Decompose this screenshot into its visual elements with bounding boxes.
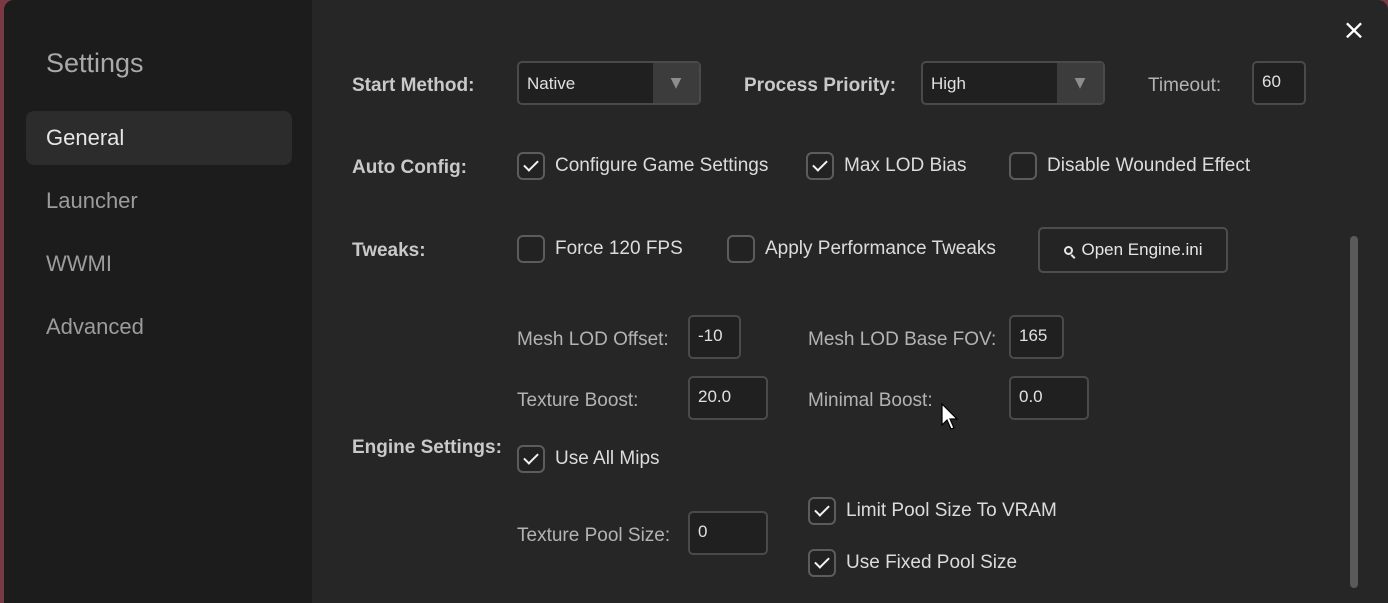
timeout-label: Timeout:: [1148, 75, 1222, 96]
close-icon[interactable]: ×: [1340, 16, 1368, 44]
max-lod-bias-label: Max LOD Bias: [844, 155, 967, 176]
disable-wounded-effect-label: Disable Wounded Effect: [1047, 155, 1251, 176]
mesh-lod-base-fov-label: Mesh LOD Base FOV:: [808, 329, 997, 350]
checkbox-empty-icon: [517, 235, 545, 263]
texture-boost-input[interactable]: 20.0: [688, 376, 768, 420]
checkbox-empty-icon: [1009, 152, 1037, 180]
configure-game-settings-checkbox[interactable]: Configure Game Settings: [517, 152, 768, 180]
limit-pool-size-to-vram-label: Limit Pool Size To VRAM: [846, 500, 1057, 521]
texture-boost-label: Texture Boost:: [517, 390, 639, 411]
mesh-lod-base-fov-input[interactable]: 165: [1009, 315, 1064, 359]
timeout-input[interactable]: 60: [1252, 61, 1306, 105]
start-method-label: Start Method:: [352, 75, 475, 96]
limit-pool-size-to-vram-checkbox[interactable]: Limit Pool Size To VRAM: [808, 497, 1057, 525]
vertical-scrollbar[interactable]: [1350, 236, 1358, 588]
sidebar: Settings General Launcher WWMI Advanced: [4, 0, 312, 603]
process-priority-value: High: [931, 74, 966, 93]
sidebar-title: Settings: [46, 48, 144, 78]
force-120-fps-checkbox[interactable]: Force 120 FPS: [517, 235, 683, 263]
checkmark-icon: [808, 549, 836, 577]
minimal-boost-label: Minimal Boost:: [808, 390, 933, 411]
apply-performance-tweaks-checkbox[interactable]: Apply Performance Tweaks: [727, 235, 996, 263]
sidebar-item-wwmi[interactable]: WWMI: [26, 237, 292, 291]
sidebar-item-general[interactable]: General: [26, 111, 292, 165]
sidebar-item-launcher[interactable]: Launcher: [26, 174, 292, 228]
checkmark-icon: [517, 445, 545, 473]
force-120-fps-label: Force 120 FPS: [555, 238, 683, 259]
checkbox-empty-icon: [727, 235, 755, 263]
mesh-lod-offset-label: Mesh LOD Offset:: [517, 329, 669, 350]
use-all-mips-label: Use All Mips: [555, 448, 660, 469]
tweaks-label: Tweaks:: [352, 240, 426, 261]
chevron-down-icon: ▼: [1057, 63, 1103, 103]
open-engine-ini-button[interactable]: Open Engine.ini: [1038, 227, 1228, 273]
checkmark-icon: [806, 152, 834, 180]
start-method-value: Native: [527, 74, 576, 93]
open-engine-ini-label: Open Engine.ini: [1081, 240, 1203, 259]
process-priority-dropdown[interactable]: High ▼: [921, 61, 1105, 105]
use-all-mips-checkbox[interactable]: Use All Mips: [517, 445, 660, 473]
texture-pool-size-label: Texture Pool Size:: [517, 525, 671, 546]
chevron-down-icon: ▼: [653, 63, 699, 103]
use-fixed-pool-size-checkbox[interactable]: Use Fixed Pool Size: [808, 549, 1017, 577]
max-lod-bias-checkbox[interactable]: Max LOD Bias: [806, 152, 966, 180]
checkmark-icon: [808, 497, 836, 525]
apply-performance-tweaks-label: Apply Performance Tweaks: [765, 238, 996, 259]
use-fixed-pool-size-label: Use Fixed Pool Size: [846, 552, 1018, 573]
configure-game-settings-label: Configure Game Settings: [555, 155, 769, 176]
process-priority-label: Process Priority:: [744, 75, 897, 96]
texture-pool-size-input[interactable]: 0: [688, 511, 768, 555]
auto-config-label: Auto Config:: [352, 157, 468, 178]
checkmark-icon: [517, 152, 545, 180]
mesh-lod-offset-input[interactable]: -10: [688, 315, 741, 359]
disable-wounded-effect-checkbox[interactable]: Disable Wounded Effect: [1009, 152, 1250, 180]
settings-window: Settings General Launcher WWMI Advanced …: [4, 0, 1388, 603]
start-method-dropdown[interactable]: Native ▼: [517, 61, 701, 105]
magnifier-icon: [1063, 245, 1073, 255]
engine-settings-label: Engine Settings:: [352, 437, 502, 458]
sidebar-item-advanced[interactable]: Advanced: [26, 300, 292, 354]
mouse-cursor-icon: [941, 403, 959, 430]
minimal-boost-input[interactable]: 0.0: [1009, 376, 1089, 420]
